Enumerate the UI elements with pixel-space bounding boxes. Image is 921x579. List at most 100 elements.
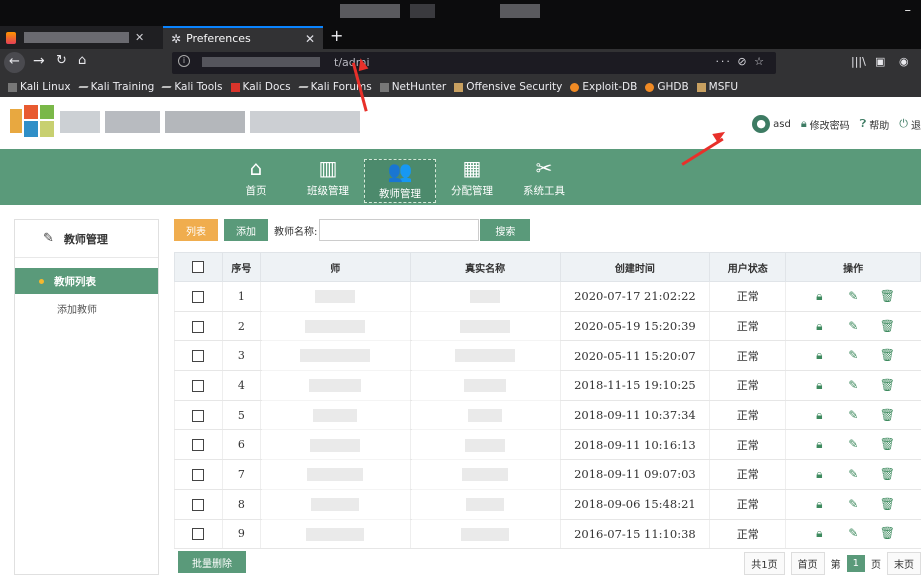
address-bar[interactable]: i t/admi ··· ⊘ ☆: [172, 52, 776, 74]
row-status: 正常: [709, 370, 786, 401]
row-created: 2018-09-11 10:37:34: [559, 400, 710, 431]
row-actions: 🔒︎ ✎ 🗑︎: [785, 519, 921, 550]
bookmark-kali-tools[interactable]: Kali Tools: [161, 81, 223, 93]
trash-icon[interactable]: 🗑︎: [870, 348, 904, 362]
nav-teacher-management[interactable]: 👥 教师管理: [364, 159, 436, 203]
account-icon[interactable]: ◉: [899, 55, 909, 68]
close-tab-icon[interactable]: ✕: [135, 31, 144, 44]
nav-assignment-management[interactable]: ▦ 分配管理: [444, 157, 500, 203]
row-select-cell: [174, 340, 223, 372]
page-actions[interactable]: ··· ⊘ ☆: [715, 55, 766, 68]
bookmark-kali-docs[interactable]: Kali Docs: [230, 81, 291, 93]
site-info-icon[interactable]: i: [178, 55, 190, 67]
library-icon[interactable]: |||\: [851, 55, 866, 68]
edit-icon[interactable]: ✎: [836, 378, 870, 392]
nav-home[interactable]: ⌂ 首页: [238, 157, 274, 203]
row-seq: 7: [221, 459, 261, 490]
current-page[interactable]: 1: [846, 555, 865, 572]
lock-icon[interactable]: 🔒︎: [802, 348, 836, 363]
home-button[interactable]: ⌂: [78, 53, 86, 68]
tab-redacted[interactable]: ✕: [0, 26, 163, 49]
row-checkbox[interactable]: [192, 498, 205, 511]
new-tab-button[interactable]: +: [330, 26, 343, 45]
row-status: 正常: [709, 519, 786, 550]
grid-icon: ▦: [462, 156, 482, 180]
bookmark-exploit-db[interactable]: Exploit-DB: [570, 81, 637, 93]
minimize-icon[interactable]: –: [905, 3, 912, 18]
edit-icon[interactable]: ✎: [836, 348, 870, 362]
row-actions: 🔒︎ ✎ 🗑︎: [785, 429, 921, 461]
edit-icon[interactable]: ✎: [836, 467, 870, 481]
row-checkbox[interactable]: [192, 350, 205, 363]
edit-icon: ✎: [43, 231, 54, 246]
select-all-checkbox[interactable]: [192, 261, 205, 273]
lock-icon[interactable]: 🔒︎: [802, 497, 836, 512]
trash-icon[interactable]: 🗑︎: [870, 319, 904, 333]
row-select-cell: [174, 311, 223, 342]
sidebar-item-teacher-list[interactable]: 教师列表: [15, 268, 158, 294]
lock-icon[interactable]: 🔒︎: [802, 408, 836, 423]
users-icon: 👥: [387, 159, 413, 183]
lock-icon[interactable]: 🔒︎: [802, 319, 836, 334]
change-password-link[interactable]: 🔒︎ 修改密码: [801, 117, 850, 132]
row-checkbox[interactable]: [192, 320, 205, 333]
tab-preferences[interactable]: ✲ Preferences ✕: [163, 26, 323, 49]
row-seq: 3: [221, 340, 261, 372]
bookmark-offensive-security[interactable]: Offensive Security: [454, 81, 562, 93]
first-page-button[interactable]: 首页: [790, 552, 825, 575]
edit-icon[interactable]: ✎: [836, 289, 870, 303]
reload-button[interactable]: ↻: [56, 53, 67, 68]
row-checkbox[interactable]: [192, 439, 205, 452]
back-button[interactable]: ←: [4, 52, 25, 73]
teacher-name-input[interactable]: [319, 219, 480, 241]
bookmark-msfu[interactable]: MSFU: [696, 81, 738, 93]
row-created: 2020-05-11 15:20:07: [559, 340, 710, 372]
row-created: 2016-07-15 11:10:38: [559, 519, 710, 550]
trash-icon[interactable]: 🗑︎: [870, 289, 904, 303]
lock-icon[interactable]: 🔒︎: [802, 378, 836, 393]
bookmark-ghdb[interactable]: GHDB: [645, 81, 689, 93]
close-tab-icon[interactable]: ✕: [305, 32, 315, 46]
edit-icon[interactable]: ✎: [836, 437, 870, 451]
add-button[interactable]: 添加: [224, 219, 268, 241]
edit-icon[interactable]: ✎: [836, 408, 870, 422]
row-checkbox[interactable]: [192, 379, 205, 392]
search-button[interactable]: 搜索: [480, 219, 531, 241]
row-checkbox[interactable]: [192, 409, 205, 422]
trash-icon[interactable]: 🗑︎: [870, 437, 904, 451]
lock-icon[interactable]: 🔒︎: [802, 437, 836, 452]
row-checkbox[interactable]: [192, 290, 205, 303]
edit-icon[interactable]: ✎: [836, 497, 870, 511]
bookmark-nethunter[interactable]: NetHunter: [379, 81, 446, 93]
nav-class-management[interactable]: ▥ 班级管理: [300, 157, 356, 203]
kali-dragon-icon: [78, 86, 89, 88]
edit-icon[interactable]: ✎: [836, 319, 870, 333]
lock-icon[interactable]: 🔒︎: [802, 289, 836, 304]
trash-icon[interactable]: 🗑︎: [870, 408, 904, 422]
trash-icon[interactable]: 🗑︎: [870, 378, 904, 392]
trash-icon[interactable]: 🗑︎: [870, 497, 904, 511]
logout-link[interactable]: ⏻ 退: [899, 117, 921, 132]
forward-button[interactable]: →: [33, 53, 45, 69]
list-button[interactable]: 列表: [174, 219, 218, 241]
sidebar-item-add-teacher[interactable]: 添加教师: [15, 294, 158, 322]
edit-icon[interactable]: ✎: [836, 526, 870, 540]
row-checkbox[interactable]: [192, 468, 205, 481]
row-select-cell: [174, 519, 223, 550]
last-page-button[interactable]: 末页: [887, 552, 921, 575]
bulk-delete-button[interactable]: 批量删除: [178, 551, 246, 573]
trash-icon[interactable]: 🗑︎: [870, 467, 904, 481]
user-profile-link[interactable]: ● asd: [752, 115, 791, 133]
bar-chart-icon: ▥: [318, 156, 338, 180]
bookmark-kali-training[interactable]: Kali Training: [78, 81, 154, 93]
bookmark-kali-linux[interactable]: Kali Linux: [8, 81, 71, 93]
sidebar-icon[interactable]: ▣: [875, 55, 885, 68]
lock-icon[interactable]: 🔒︎: [802, 526, 836, 541]
nav-system-tools[interactable]: ✂ 系统工具: [516, 157, 572, 203]
lock-icon[interactable]: 🔒︎: [802, 467, 836, 482]
help-link[interactable]: ❓︎ 帮助: [860, 117, 890, 132]
trash-icon[interactable]: 🗑︎: [870, 526, 904, 540]
row-actions: 🔒︎ ✎ 🗑︎: [785, 400, 921, 431]
row-checkbox[interactable]: [192, 528, 205, 541]
row-seq: 9: [221, 519, 261, 550]
